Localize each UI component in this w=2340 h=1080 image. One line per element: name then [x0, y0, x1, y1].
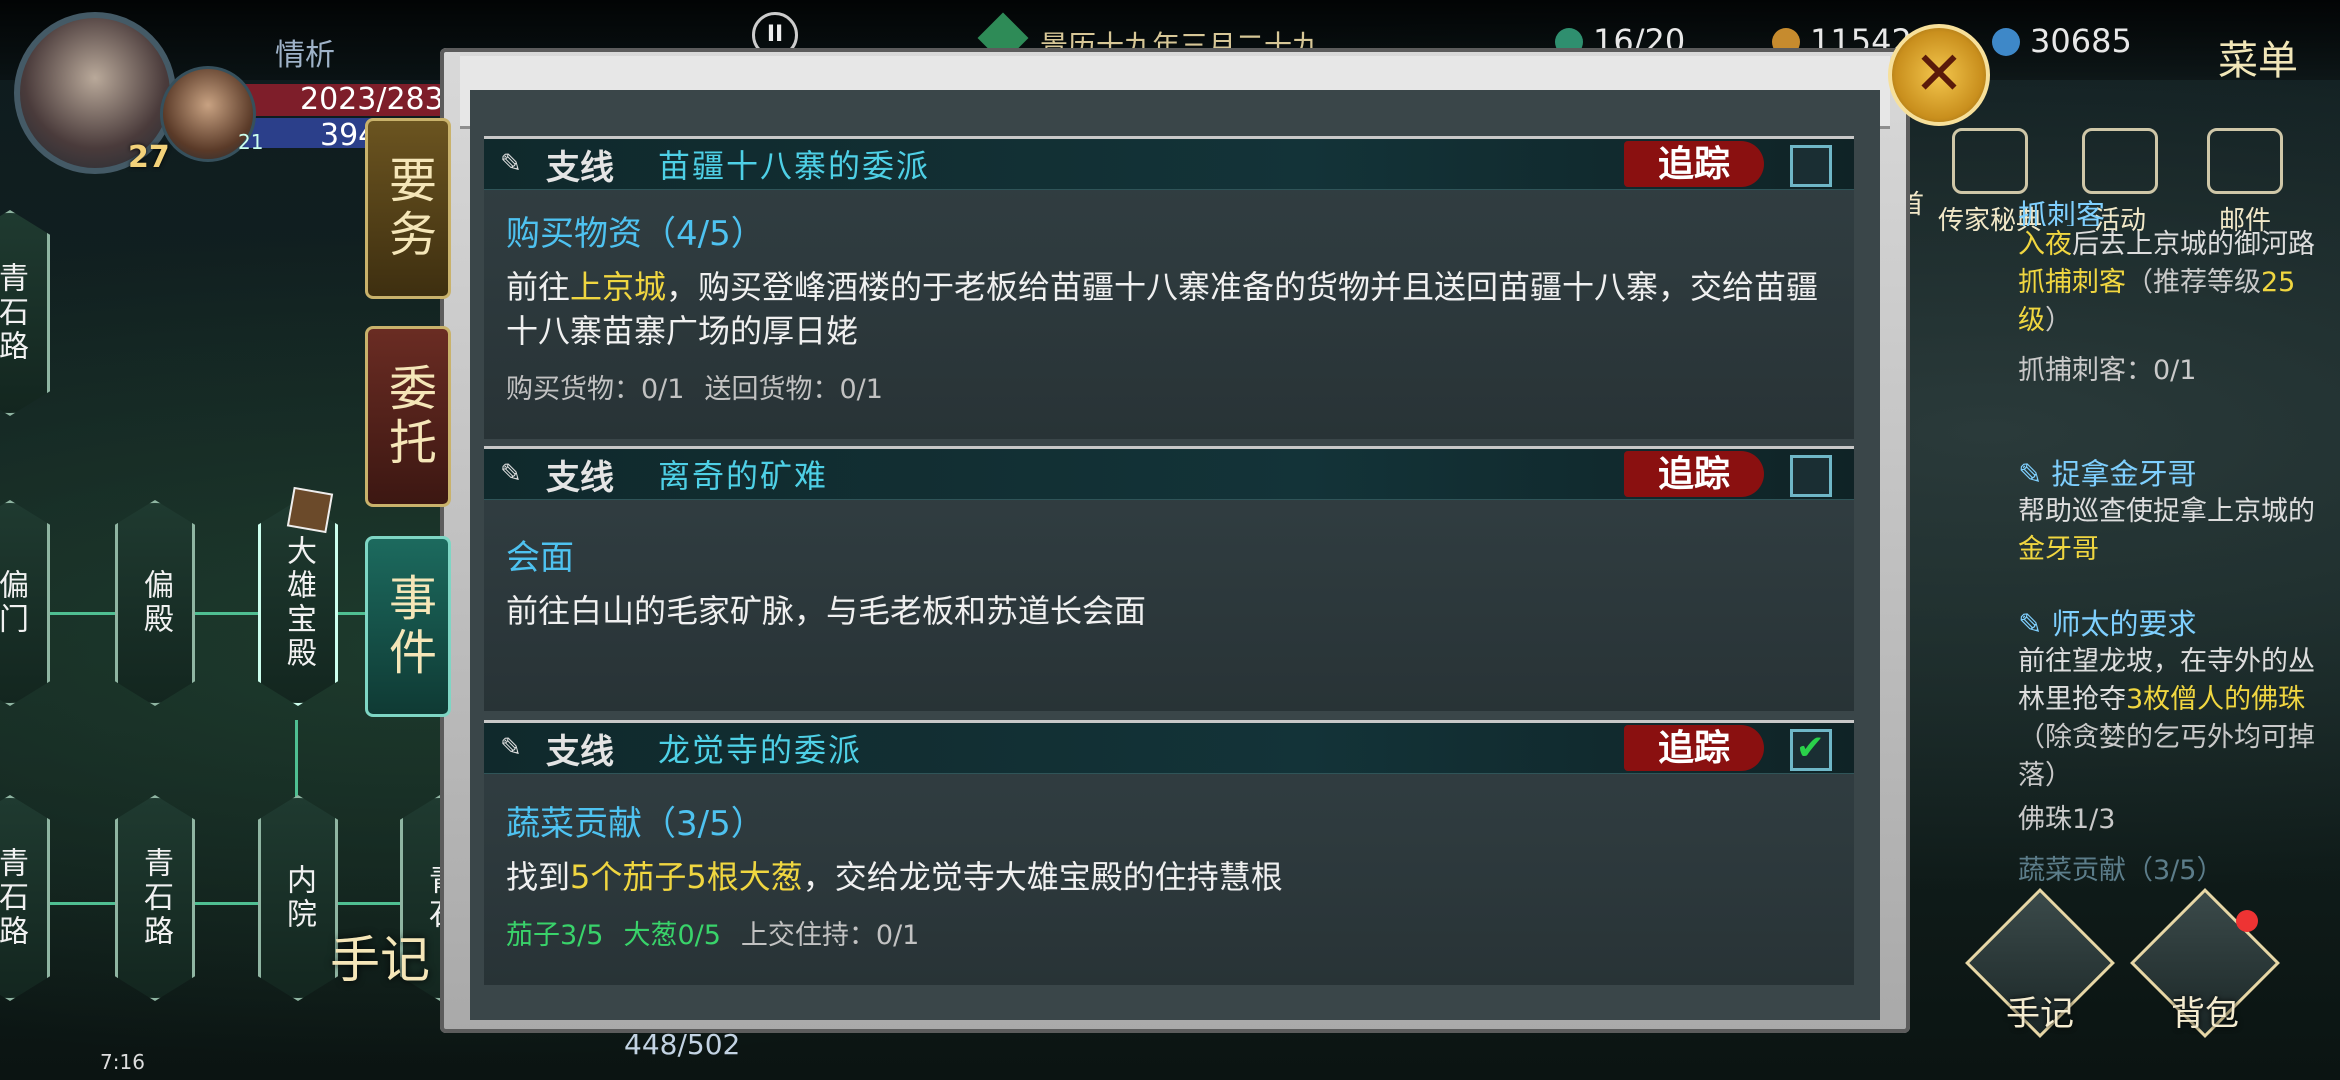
quest-step: 会面	[506, 538, 574, 578]
quest-description: 找到5个茄子5根大葱，交给龙觉寺大雄宝殿的住持慧根	[506, 858, 1283, 896]
tracker-quest-progress: 佛珠1/3	[2018, 804, 2116, 835]
player-level: 27	[128, 140, 170, 175]
track-button[interactable]: 追踪	[1624, 725, 1764, 771]
gift-icon	[2082, 128, 2158, 194]
tracker-quest[interactable]: 抓刺客 入夜后去上京城的御河路抓捕刺客（推荐等级25级） 抓捕刺客：0/1	[2018, 198, 2318, 390]
map-node[interactable]: 偏门	[0, 500, 50, 706]
quest-progress: 购买货物：0/1 送回货物：0/1	[506, 374, 883, 405]
tracker-quest-progress: 抓捕刺客：0/1	[2018, 355, 2197, 386]
quest-type: 支线	[546, 147, 614, 188]
tracker-quest[interactable]: ✎ 捉拿金牙哥 帮助巡查使捉拿上京城的金牙哥	[2018, 455, 2318, 569]
quest-card[interactable]: ✎ 支线 苗疆十八寨的委派 追踪 购买物资（4/5） 前往上京城，购买登峰酒楼的…	[484, 136, 1854, 439]
book-icon	[1952, 128, 2028, 194]
tracker-quest-title: 蔬菜贡献（3/5）	[2018, 855, 2224, 886]
map-node[interactable]: 青石路	[115, 795, 195, 1001]
tracker-quest-desc: 帮助巡查使捉拿上京城的金牙哥	[2018, 496, 2315, 565]
system-time: 7:16	[100, 1050, 145, 1074]
player-name: 情析	[275, 38, 335, 73]
tab-main-quests[interactable]: 要务	[365, 118, 451, 299]
quest-step: 购买物资（4/5）	[506, 214, 765, 254]
map-path	[0, 902, 420, 905]
tab-commissions[interactable]: 委托	[365, 326, 451, 507]
tracker-quest[interactable]: 蔬菜贡献（3/5）	[2018, 852, 2318, 890]
brush-icon: ✎	[500, 733, 522, 763]
quest-card[interactable]: ✎ 支线 离奇的矿难 追踪 会面 前往白山的毛家矿脉，与毛老板和苏道长会面	[484, 446, 1854, 711]
quest-card[interactable]: ✎ 支线 龙觉寺的委派 追踪 蔬菜贡献（3/5） 找到5个茄子5根大葱，交给龙觉…	[484, 720, 1854, 985]
companion-level: 21	[238, 130, 264, 154]
hp-text: 2023/283	[300, 82, 444, 117]
map-path	[0, 612, 420, 615]
notification-dot	[2236, 910, 2258, 932]
journal-title: 手记	[330, 931, 430, 989]
tracker-quest-desc: 前往望龙坡，在寺外的丛林里抢夺3枚僧人的佛珠（除贪婪的乞丐外均可掉落）	[2018, 646, 2315, 791]
track-checkbox-checked[interactable]	[1790, 728, 1832, 771]
track-checkbox[interactable]	[1790, 145, 1832, 187]
quest-step: 蔬菜贡献（3/5）	[506, 804, 765, 844]
tracker-quest-title: ✎ 师太的要求	[2018, 607, 2197, 641]
quest-card-header: ✎ 支线 离奇的矿难 追踪	[484, 449, 1854, 500]
tab-events[interactable]: 事件	[365, 536, 451, 717]
track-checkbox[interactable]	[1790, 455, 1832, 497]
quest-type: 支线	[546, 731, 614, 772]
quest-card-header: ✎ 支线 苗疆十八寨的委派 追踪	[484, 139, 1854, 190]
map-node[interactable]: 内院	[258, 795, 338, 1001]
menu-button[interactable]: 菜单	[2218, 28, 2298, 86]
quest-name: 离奇的矿难	[658, 457, 829, 495]
track-button[interactable]: 追踪	[1624, 141, 1764, 187]
quest-progress: 茄子3/5 大葱0/5 上交住持：0/1	[506, 920, 920, 951]
mail-icon	[2207, 128, 2283, 194]
quest-description: 前往上京城，购买登峰酒楼的于老板给苗疆十八寨准备的货物并且送回苗疆十八寨，交给苗…	[506, 268, 1819, 350]
quest-description: 前往白山的毛家矿脉，与毛老板和苏道长会面	[506, 592, 1147, 630]
tracker-quest-title: ✎ 捉拿金牙哥	[2018, 457, 2197, 491]
quest-card-header: ✎ 支线 龙觉寺的委派 追踪	[484, 723, 1854, 774]
quest-name: 龙觉寺的委派	[658, 731, 863, 769]
tracker-quest-title: 抓刺客	[2018, 198, 2106, 226]
journal-button[interactable]: 手记	[1965, 888, 2115, 1050]
quest-type: 支线	[546, 457, 614, 498]
tracker-quest[interactable]: ✎ 师太的要求 前往望龙坡，在寺外的丛林里抢夺3枚僧人的佛珠（除贪婪的乞丐外均可…	[2018, 605, 2318, 839]
map-node[interactable]: 偏殿	[115, 500, 195, 706]
brush-icon: ✎	[500, 459, 522, 489]
quest-marker-icon	[286, 486, 334, 534]
brush-icon: ✎	[500, 149, 522, 179]
quest-name: 苗疆十八寨的委派	[658, 147, 931, 185]
spirit-gem-icon	[1992, 28, 2020, 56]
close-button[interactable]: ✕	[1888, 24, 1990, 126]
track-button[interactable]: 追踪	[1624, 451, 1764, 497]
map-node[interactable]: 青石路	[0, 210, 50, 416]
map-node[interactable]: 青石路	[0, 795, 50, 1001]
spirit-counter: 30685	[1992, 22, 2132, 60]
tracker-quest-desc: 入夜后去上京城的御河路抓捕刺客（推荐等级25级）	[2018, 229, 2315, 336]
